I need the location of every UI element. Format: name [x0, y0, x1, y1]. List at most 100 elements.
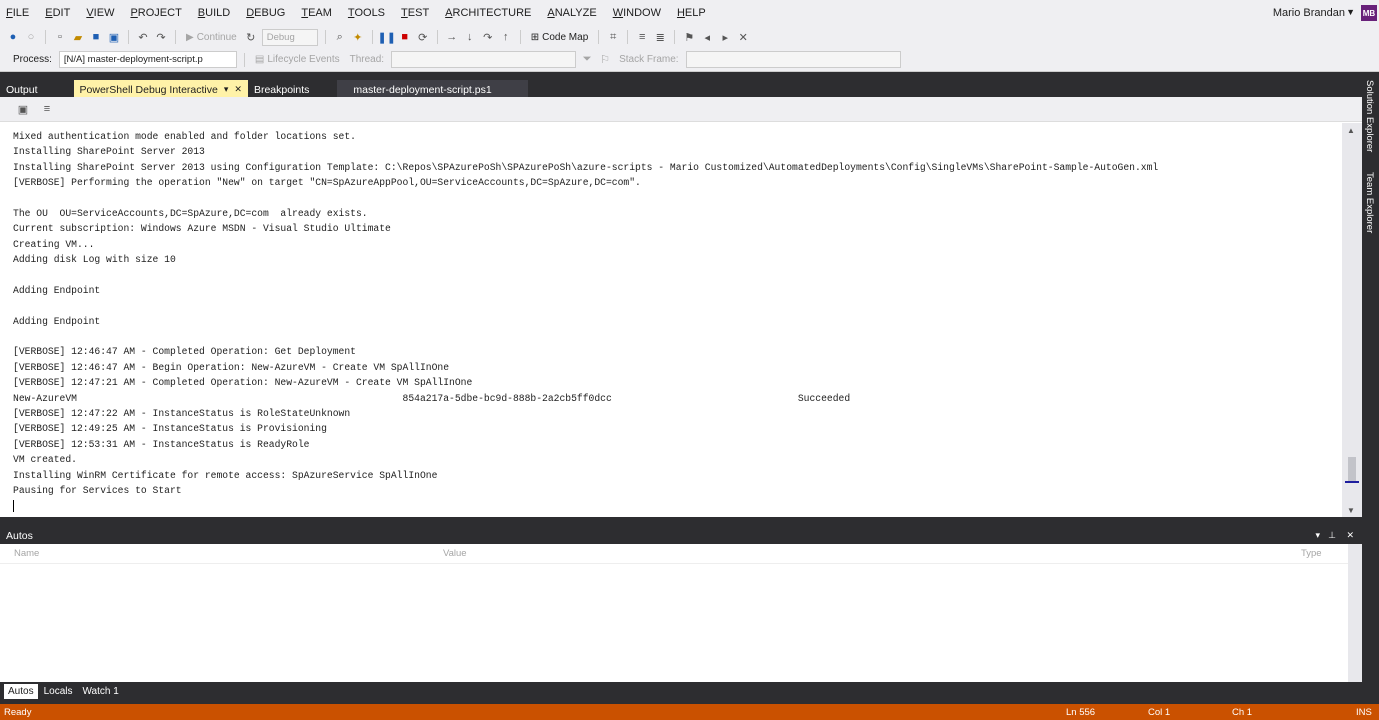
debug-location-toolbar: Process: [N/A] master-deployment-script.…	[0, 48, 1379, 72]
pause-icon[interactable]: ❚❚	[378, 30, 396, 44]
process-select[interactable]: [N/A] master-deployment-script.p	[58, 51, 237, 68]
menu-view[interactable]: VIEW	[80, 7, 124, 19]
uncomment-icon[interactable]: ≣	[653, 30, 667, 44]
autos-column-headers: Name Value Type	[0, 544, 1362, 564]
hex-display-icon[interactable]: ⌗	[606, 30, 620, 44]
menu-help[interactable]: HELP	[671, 7, 716, 19]
tab-team-explorer[interactable]: Team Explorer	[1364, 172, 1375, 233]
scrollbar-thumb[interactable]	[1348, 457, 1356, 481]
menu-file[interactable]: FILE	[0, 7, 39, 19]
menu-build[interactable]: BUILD	[192, 7, 240, 19]
toolbar-separator	[128, 30, 129, 44]
toolbar-separator	[436, 30, 438, 44]
console-line: [VERBOSE] 12:47:22 AM - InstanceStatus i…	[13, 408, 351, 420]
console-output[interactable]: Mixed authentication mode enabled and fo…	[0, 129, 1340, 517]
autos-title: Autos	[6, 529, 33, 542]
scroll-up-icon[interactable]: ▲	[1347, 126, 1355, 135]
thread-select[interactable]	[391, 51, 577, 68]
clear-bookmarks-icon[interactable]: ✕	[736, 30, 750, 44]
new-project-icon[interactable]: ▫	[53, 30, 67, 44]
refresh-icon[interactable]: ↻	[244, 30, 258, 44]
next-bookmark-icon[interactable]: ▸	[718, 30, 732, 44]
flag-thread-icon[interactable]: ⚐	[598, 53, 612, 67]
tab-breakpoints[interactable]: Breakpoints	[248, 80, 315, 97]
process-label: Process:	[13, 54, 52, 65]
open-file-icon[interactable]: ▰	[71, 30, 85, 44]
attach-icon[interactable]: ✦	[351, 30, 365, 44]
continue-button[interactable]: ▶ Continue	[183, 32, 240, 43]
lifecycle-events-button[interactable]: ▤ Lifecycle Events	[252, 54, 343, 65]
menu-team[interactable]: TEAM	[295, 7, 342, 19]
back-icon[interactable]: ●	[6, 30, 20, 44]
window-menu-icon[interactable]: ▾	[1315, 530, 1320, 541]
autos-scrollbar[interactable]	[1348, 544, 1362, 682]
clear-console-icon[interactable]: ≡	[40, 102, 54, 116]
step-out-icon[interactable]: ↑	[499, 30, 513, 44]
toolbar-separator	[45, 30, 46, 44]
close-icon[interactable]: ✕	[234, 84, 242, 95]
column-name[interactable]: Name	[14, 548, 39, 559]
tab-locals[interactable]: Locals	[40, 684, 77, 699]
tab-watch-1[interactable]: Watch 1	[78, 684, 122, 699]
prev-bookmark-icon[interactable]: ◂	[700, 30, 714, 44]
chevron-down-icon[interactable]: ▼	[1346, 7, 1355, 17]
menu-analyze[interactable]: ANALYZE	[541, 7, 606, 19]
powershell-interactive-window: ▣ ≡ Mixed authentication mode enabled an…	[0, 97, 1362, 517]
toolbar-separator	[324, 30, 326, 44]
console-line: Current subscription: Windows Azure MSDN…	[13, 223, 391, 235]
tab-powershell-debug-interactive[interactable]: PowerShell Debug Interactive ▾ ✕	[73, 80, 248, 97]
pin-icon[interactable]: ▾	[224, 84, 229, 95]
menu-test[interactable]: TEST	[395, 7, 439, 19]
save-icon[interactable]: ■	[89, 30, 103, 44]
document-tabs: Output PowerShell Debug Interactive ▾ ✕ Br…	[0, 78, 1362, 97]
stack-frame-select[interactable]	[685, 51, 901, 68]
forward-icon[interactable]: ○	[24, 30, 38, 44]
code-map-label: Code Map	[542, 31, 589, 43]
avatar[interactable]: MB	[1361, 5, 1377, 21]
toolbar-separator	[175, 30, 176, 44]
user-name[interactable]: Mario Brandan	[1273, 7, 1345, 19]
column-type[interactable]: Type	[1301, 548, 1322, 559]
console-line: Installing WinRM Certificate for remote …	[13, 469, 438, 481]
filter-icon[interactable]: ⏷	[580, 53, 594, 67]
execute-icon[interactable]: ▣	[16, 102, 30, 116]
find-icon[interactable]: ⌕	[333, 30, 347, 44]
console-input-line[interactable]	[13, 498, 1340, 513]
console-line: Pausing for Services to Start	[13, 484, 182, 496]
tab-master-deployment-script[interactable]: master-deployment-script.ps1	[337, 80, 528, 97]
step-into-icon[interactable]: ↓	[463, 30, 477, 44]
restart-icon[interactable]: ⟳	[416, 30, 430, 44]
status-insert-mode: INS	[1356, 706, 1372, 718]
step-over-icon[interactable]: ↷	[481, 30, 495, 44]
pin-icon[interactable]: ⊥	[1328, 530, 1336, 541]
menu-window[interactable]: WINDOW	[607, 7, 671, 19]
tab-label: PowerShell Debug Interactive	[79, 83, 218, 96]
console-line: New-AzureVM 854a217a-5dbe-bc9d-888b-2a2c…	[13, 392, 851, 404]
tab-solution-explorer[interactable]: Solution Explorer	[1364, 80, 1375, 152]
stop-icon[interactable]: ■	[398, 30, 412, 44]
scroll-down-icon[interactable]: ▼	[1347, 506, 1355, 515]
comment-icon[interactable]: ≡	[635, 30, 649, 44]
close-icon[interactable]: ✕	[1346, 530, 1354, 541]
continue-label: Continue	[196, 31, 237, 43]
column-value[interactable]: Value	[443, 548, 467, 559]
undo-icon[interactable]: ↶	[136, 30, 150, 44]
menu-debug[interactable]: DEBUG	[240, 7, 295, 19]
toolbar-separator	[674, 30, 676, 44]
show-next-statement-icon[interactable]: →	[445, 30, 459, 44]
menu-architecture[interactable]: ARCHITECTURE	[439, 7, 541, 19]
redo-icon[interactable]: ↷	[154, 30, 168, 44]
thread-label: Thread:	[349, 54, 385, 65]
menu-edit[interactable]: EDIT	[39, 7, 80, 19]
code-map-button[interactable]: ⊞ Code Map	[528, 32, 592, 43]
save-all-icon[interactable]: ▣	[107, 30, 121, 44]
solution-config-select[interactable]: Debug	[261, 28, 318, 46]
tab-autos[interactable]: Autos	[4, 683, 38, 699]
console-scrollbar[interactable]: ▲ ▼	[1342, 123, 1362, 517]
menu-tools[interactable]: TOOLS	[342, 7, 395, 19]
menu-project[interactable]: PROJECT	[124, 7, 191, 19]
bookmark-icon[interactable]: ⚑	[682, 30, 696, 44]
tab-output[interactable]: Output	[0, 80, 44, 97]
